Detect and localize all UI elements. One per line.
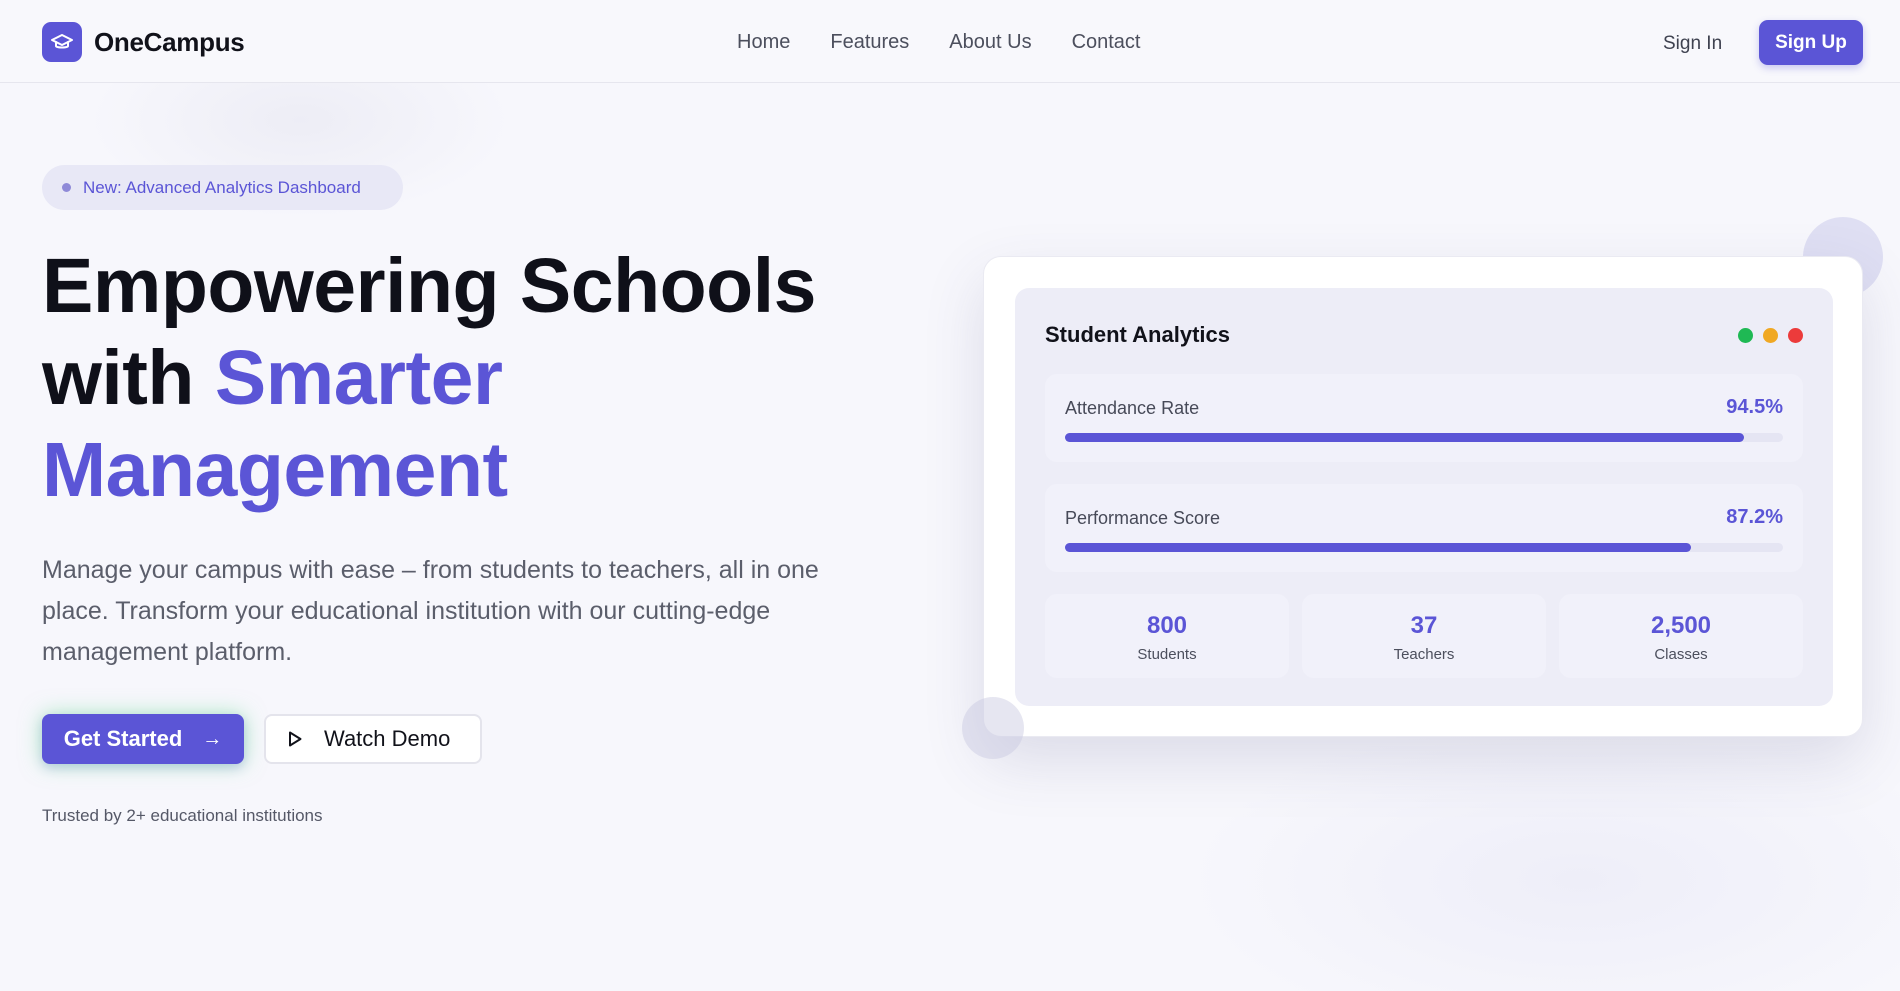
watch-demo-button[interactable]: Watch Demo (264, 714, 482, 764)
top-navbar: OneCampus Home Features About Us Contact… (0, 0, 1900, 83)
sign-up-button[interactable]: Sign Up (1759, 20, 1863, 65)
stat-value: 2,500 (1650, 612, 1712, 639)
get-started-label: Get Started (63, 726, 183, 751)
performance-progress-track (1065, 543, 1783, 552)
get-started-button[interactable]: Get Started → (42, 714, 244, 764)
window-dots (1728, 328, 1803, 343)
headline-accent-management: Management (42, 427, 508, 513)
performance-value: 87.2% (1726, 506, 1783, 528)
analytics-panel: Student Analytics Attendance Rate 94.5% … (1015, 288, 1833, 706)
analytics-title: Student Analytics (1045, 322, 1230, 347)
attendance-progress-bar (1065, 433, 1744, 442)
attendance-metric: Attendance Rate 94.5% (1045, 374, 1803, 462)
nav-link-about-us[interactable]: About Us (949, 31, 1031, 54)
brand-name: OneCampus (94, 26, 245, 57)
main-nav: Home Features About Us Contact (737, 31, 1181, 54)
performance-metric: Performance Score 87.2% (1045, 484, 1803, 572)
stat-students: 800 Students (1045, 594, 1289, 678)
window-dot-green (1738, 328, 1753, 343)
headline-with: with (42, 335, 194, 421)
graduation-cap-icon (42, 22, 82, 62)
stat-label: Teachers (1393, 646, 1455, 663)
analytics-card: Student Analytics Attendance Rate 94.5% … (983, 256, 1863, 737)
hero-headline: Empowering Schools with Smarter Manageme… (42, 240, 902, 516)
attendance-value: 94.5% (1726, 396, 1783, 418)
stat-label: Classes (1654, 646, 1708, 663)
sign-in-link[interactable]: Sign In (1663, 33, 1722, 55)
stat-value: 800 (1146, 612, 1188, 639)
nav-link-features[interactable]: Features (830, 31, 909, 54)
headline-line-1: Empowering Schools (42, 243, 816, 329)
performance-label: Performance Score (1065, 508, 1221, 528)
badge-dot-icon (62, 183, 71, 192)
hero-subtext: Manage your campus with ease – from stud… (42, 556, 819, 666)
arrow-right-icon: → (202, 727, 223, 750)
trusted-by-text: Trusted by 2+ educational institutions (42, 806, 323, 825)
announcement-badge[interactable]: New: Advanced Analytics Dashboard (42, 165, 403, 210)
window-dot-red (1788, 328, 1803, 343)
stat-classes: 2,500 Classes (1559, 594, 1803, 678)
play-icon (288, 731, 302, 747)
nav-link-contact[interactable]: Contact (1072, 31, 1141, 54)
stat-value: 37 (1410, 612, 1438, 639)
decorative-circle (962, 697, 1024, 759)
attendance-label: Attendance Rate (1065, 398, 1200, 418)
watch-demo-label: Watch Demo (324, 726, 451, 751)
stat-teachers: 37 Teachers (1302, 594, 1546, 678)
nav-link-home[interactable]: Home (737, 31, 790, 54)
headline-accent-smarter: Smarter (214, 335, 503, 421)
stats-row: 800 Students 37 Teachers 2,500 Classes (1045, 594, 1803, 678)
performance-progress-bar (1065, 543, 1692, 552)
stat-label: Students (1137, 646, 1197, 663)
attendance-progress-track (1065, 433, 1783, 442)
brand-logo[interactable]: OneCampus (42, 22, 245, 62)
window-dot-yellow (1763, 328, 1778, 343)
badge-text: New: Advanced Analytics Dashboard (83, 177, 361, 197)
